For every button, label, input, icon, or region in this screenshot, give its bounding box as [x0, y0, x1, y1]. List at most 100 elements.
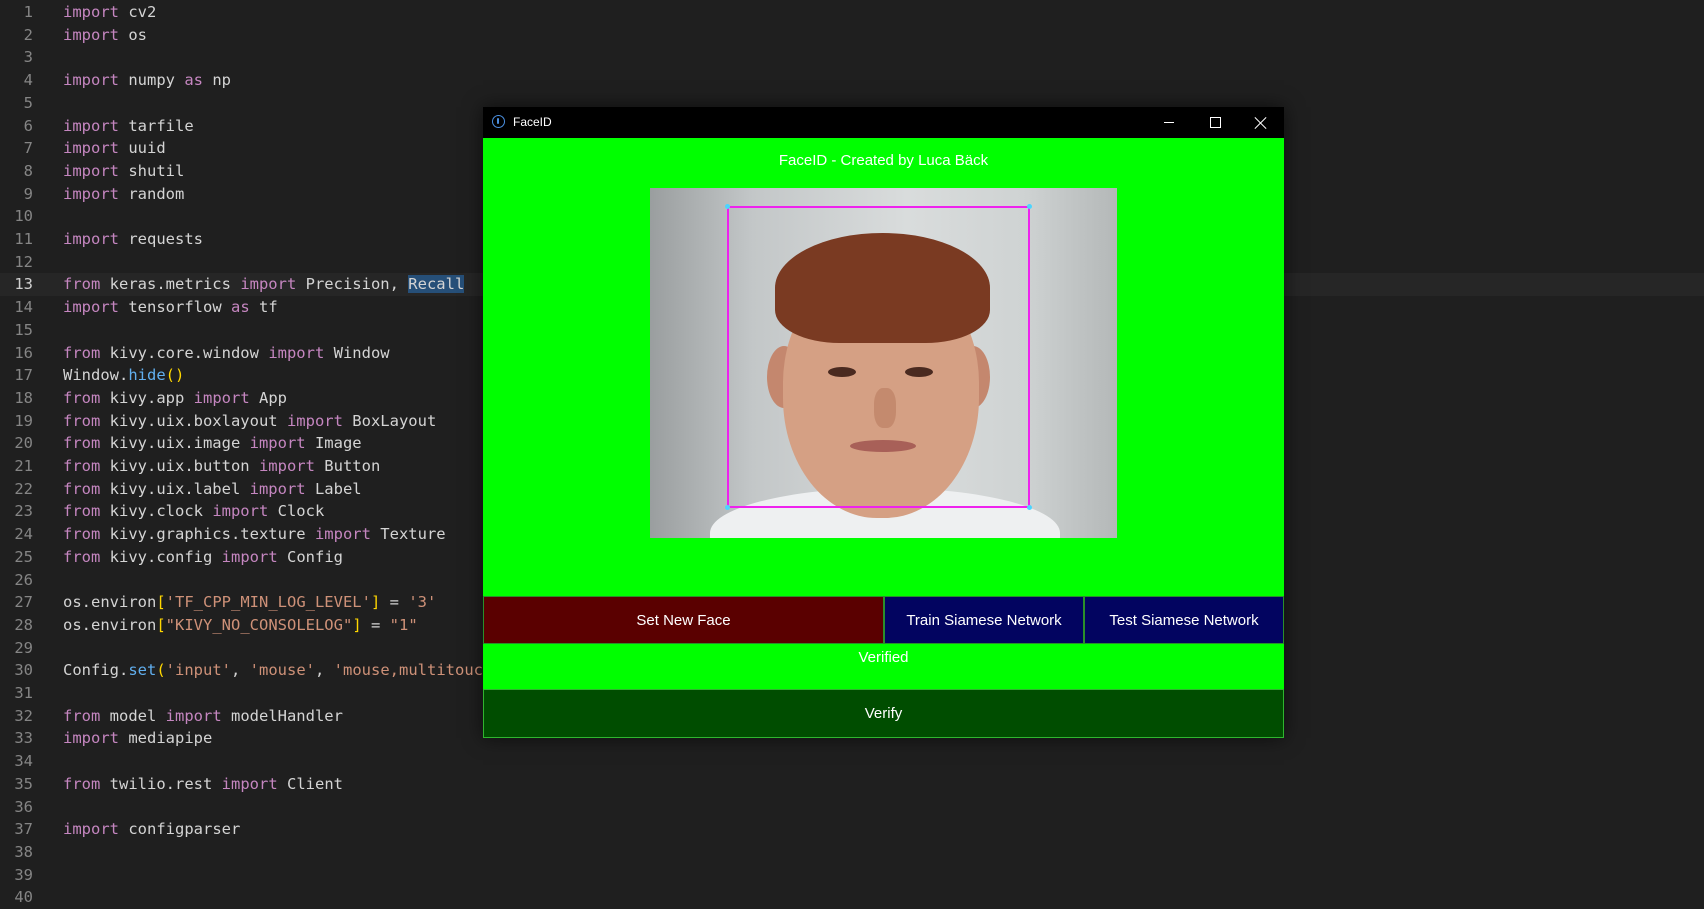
line-number: 4	[23, 71, 33, 90]
code-token: "KIVY_NO_CONSOLELOG"	[165, 615, 353, 634]
code-token: ()	[165, 366, 185, 385]
code-line[interactable]: 34	[0, 750, 1704, 773]
code-token: import	[63, 298, 119, 317]
close-button[interactable]	[1238, 107, 1284, 138]
box-corner-br	[1027, 505, 1032, 510]
code-text[interactable]: Window.hide()	[63, 364, 184, 387]
code-text[interactable]: import requests	[63, 228, 203, 251]
code-text[interactable]: import numpy as np	[63, 69, 231, 92]
code-token: import	[63, 116, 119, 135]
maximize-button[interactable]	[1192, 107, 1238, 138]
code-token: Label	[305, 479, 362, 498]
code-token: twilio.rest	[100, 774, 222, 793]
code-line[interactable]: 2 import os	[0, 24, 1704, 47]
code-token: kivy.uix.boxlayout	[100, 411, 287, 430]
code-token: mediapipe	[119, 729, 213, 748]
code-token: import	[249, 434, 306, 453]
code-token: 'TF_CPP_MIN_LOG_LEVEL'	[165, 593, 371, 612]
code-token: tarfile	[119, 116, 194, 135]
code-text[interactable]: from kivy.config import Config	[63, 546, 343, 569]
code-line[interactable]: 3	[0, 46, 1704, 69]
code-token: Config	[277, 547, 343, 566]
code-text[interactable]: import shutil	[63, 160, 184, 183]
train-siamese-network-button[interactable]: Train Siamese Network	[884, 596, 1084, 644]
code-line[interactable]: 39	[0, 864, 1704, 887]
code-token: import	[63, 820, 119, 839]
code-token: from	[63, 343, 101, 362]
code-token: import	[165, 706, 222, 725]
code-text[interactable]: import tensorflow as tf	[63, 296, 278, 319]
code-token: =	[380, 593, 409, 612]
line-number: 25	[14, 547, 33, 566]
window-titlebar[interactable]: FaceID	[483, 107, 1284, 138]
code-text[interactable]: import uuid	[63, 137, 166, 160]
code-text[interactable]: from kivy.core.window import Window	[63, 342, 390, 365]
code-line[interactable]: 1 import cv2	[0, 1, 1704, 24]
app-content: FaceID - Created by Luca Bäck Set New Fa…	[483, 138, 1284, 738]
line-number: 18	[14, 388, 33, 407]
code-text[interactable]: Config.set('input', 'mouse', 'mouse,mult…	[63, 659, 492, 682]
code-text[interactable]: import os	[63, 24, 147, 47]
code-token: set	[128, 661, 157, 680]
code-text[interactable]: from kivy.uix.boxlayout import BoxLayout	[63, 410, 436, 433]
code-token: numpy	[119, 71, 185, 90]
code-token: Config.	[63, 661, 129, 680]
code-token: kivy.core.window	[100, 343, 269, 362]
code-text[interactable]: from keras.metrics import Precision, Rec…	[63, 273, 465, 296]
line-number: 3	[23, 48, 33, 67]
code-token: from	[63, 434, 101, 453]
line-number: 13	[14, 275, 33, 294]
code-token: from	[63, 774, 101, 793]
code-line[interactable]: 38	[0, 841, 1704, 864]
code-text[interactable]: from kivy.uix.image import Image	[63, 432, 362, 455]
code-text[interactable]: import configparser	[63, 818, 240, 841]
code-token: hide	[128, 366, 166, 385]
code-text[interactable]: from kivy.clock import Clock	[63, 500, 324, 523]
code-text[interactable]: import tarfile	[63, 115, 194, 138]
code-text[interactable]: from kivy.graphics.texture import Textur…	[63, 523, 446, 546]
minimize-button[interactable]	[1146, 107, 1192, 138]
code-token: [	[156, 593, 166, 612]
code-text[interactable]: os.environ["KIVY_NO_CONSOLELOG"] = "1"	[63, 614, 418, 637]
code-token: import	[63, 230, 119, 248]
test-siamese-network-button[interactable]: Test Siamese Network	[1084, 596, 1284, 644]
code-line[interactable]: 40	[0, 886, 1704, 909]
code-token: as	[184, 71, 203, 90]
code-line[interactable]: 37 import configparser	[0, 818, 1704, 841]
code-token: kivy.config	[100, 547, 222, 566]
code-token: Window.	[63, 366, 129, 385]
code-text[interactable]: from kivy.uix.button import Button	[63, 455, 380, 478]
code-token: kivy.clock	[100, 502, 213, 521]
code-token: import	[63, 184, 119, 203]
code-text[interactable]: os.environ['TF_CPP_MIN_LOG_LEVEL'] = '3'	[63, 591, 436, 614]
code-token: import	[63, 729, 119, 748]
code-token: from	[63, 706, 101, 725]
code-token: 'input'	[165, 661, 231, 680]
code-text[interactable]: from model import modelHandler	[63, 705, 343, 728]
verify-button[interactable]: Verify	[483, 689, 1284, 738]
code-text[interactable]: import mediapipe	[63, 727, 212, 750]
code-token: import	[286, 411, 343, 430]
window-title: FaceID	[513, 115, 552, 129]
line-number: 11	[14, 230, 33, 248]
code-text[interactable]: from kivy.uix.label import Label	[63, 478, 362, 501]
code-line[interactable]: 4 import numpy as np	[0, 69, 1704, 92]
code-line[interactable]: 36	[0, 796, 1704, 819]
code-token: (	[156, 661, 166, 680]
code-token: random	[119, 184, 185, 203]
line-number: 7	[23, 139, 33, 158]
code-token: from	[63, 479, 101, 498]
code-token: np	[203, 71, 231, 90]
code-text[interactable]: import random	[63, 183, 184, 206]
code-line[interactable]: 35 from twilio.rest import Client	[0, 773, 1704, 796]
code-token: '3'	[408, 593, 437, 612]
code-token: from	[63, 388, 101, 407]
line-number: 28	[14, 615, 33, 634]
code-text[interactable]: from twilio.rest import Client	[63, 773, 343, 796]
set-new-face-button[interactable]: Set New Face	[483, 596, 884, 644]
code-text[interactable]: import cv2	[63, 1, 156, 24]
line-number: 1	[23, 3, 33, 21]
code-text[interactable]: from kivy.app import App	[63, 387, 287, 410]
code-token: [	[156, 615, 166, 634]
code-token: from	[63, 457, 101, 475]
